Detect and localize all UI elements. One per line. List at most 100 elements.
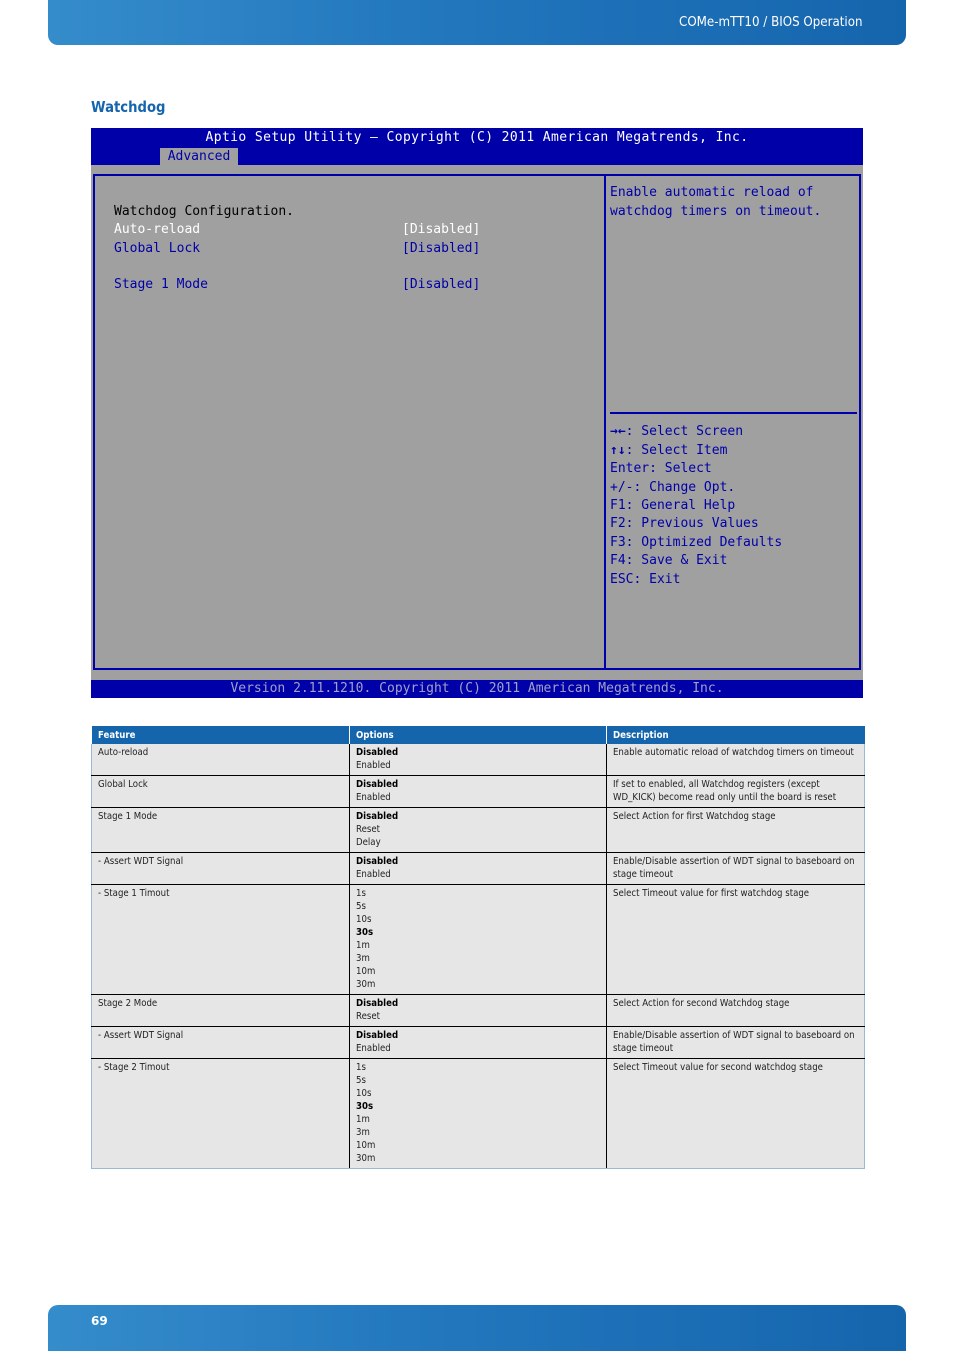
description-cell: Enable/Disable assertion of WDT signal t… [606, 852, 865, 885]
option: 1m [356, 1114, 370, 1125]
option: Reset [356, 824, 381, 835]
options-cell: Disabled Enabled [349, 744, 607, 776]
column-header-description: Description [606, 726, 865, 744]
up-down-arrows-icon: ↑↓ [610, 443, 626, 458]
option: 3m [356, 1127, 370, 1138]
option: 10s [356, 1088, 372, 1099]
feature-cell: Auto-reload [91, 744, 350, 776]
table-row: - Stage 2 Timout 1s 5s 10s 30s 1m 3m 10m 30m Sele… [91, 1058, 865, 1169]
options-cell: Disabled Enabled [349, 1026, 607, 1059]
options-cell: Disabled Enabled [349, 775, 607, 808]
option: Delay [356, 837, 381, 848]
option: Enabled [356, 792, 391, 803]
options-cell: Disabled Reset Delay [349, 807, 607, 853]
table-row: - Stage 1 Timout 1s 5s 10s 30s 1m 3m 10m 30m Sele… [91, 884, 865, 995]
key-help-f2: F2: Previous Values [610, 516, 759, 531]
left-right-arrows-icon: →← [610, 424, 626, 439]
option: 1s [356, 888, 366, 899]
options-cell: Disabled Reset [349, 994, 607, 1027]
key-help-enter: Enter: Select [610, 461, 712, 476]
page-header: COMe-mTT10 / BIOS Operation [48, 0, 906, 45]
bios-title-bar: Aptio Setup Utility – Copyright (C) 2011… [91, 128, 863, 165]
page-number: 69 [91, 1314, 108, 1328]
setting-value: [Disabled] [402, 222, 481, 237]
setting-value: [Disabled] [402, 241, 481, 256]
default-option: Disabled [356, 811, 399, 822]
option: 5s [356, 901, 366, 912]
key-help-f3: F3: Optimized Defaults [610, 535, 783, 550]
feature-cell: - Stage 1 Timout [91, 884, 350, 995]
setting-value: [Disabled] [402, 277, 481, 292]
key-help-esc: ESC: Exit [610, 572, 681, 587]
bios-screenshot: Aptio Setup Utility – Copyright (C) 2011… [91, 128, 863, 698]
description-cell: Select Action for second Watchdog stage [606, 994, 865, 1027]
table-header-row: Feature Options Description [91, 726, 865, 744]
option: 10m [356, 966, 376, 977]
table-row: Auto-reload Disabled Enabled Enable automat… [91, 744, 865, 776]
options-cell: 1s 5s 10s 30s 1m 3m 10m 30m [349, 884, 607, 995]
option: 1s [356, 1062, 366, 1073]
bios-title: Aptio Setup Utility – Copyright (C) 2011… [205, 130, 749, 145]
default-option: 30s [356, 1101, 374, 1112]
description-cell: Select Action for first Watchdog stage [606, 807, 865, 853]
options-cell: 1s 5s 10s 30s 1m 3m 10m 30m [349, 1058, 607, 1169]
description-cell: Enable/Disable assertion of WDT signal t… [606, 1026, 865, 1059]
feature-cell: Stage 2 Mode [91, 994, 350, 1027]
table-row: Stage 2 Mode Disabled Reset Select Action f… [91, 994, 865, 1027]
bios-help-panel: Enable automatic reload of watchdog time… [604, 174, 861, 670]
table-row: - Assert WDT Signal Disabled Enabled Enable… [91, 852, 865, 885]
watchdog-options-table: Feature Options Description Auto-reload D… [91, 726, 865, 1169]
option: 30m [356, 979, 376, 990]
table-row: Stage 1 Mode Disabled Reset Delay Select Act… [91, 807, 865, 853]
column-header-feature: Feature [91, 726, 350, 744]
bios-settings-panel: Watchdog Configuration. Auto-reload [Dis… [93, 174, 606, 670]
option: Enabled [356, 760, 391, 771]
document-title: COMe-mTT10 / BIOS Operation [679, 14, 863, 30]
feature-cell: - Assert WDT Signal [91, 1026, 350, 1059]
description-cell: If set to enabled, all Watchdog register… [606, 775, 865, 808]
feature-cell: - Assert WDT Signal [91, 852, 350, 885]
column-header-options: Options [349, 726, 607, 744]
feature-cell: Stage 1 Mode [91, 807, 350, 853]
default-option: Disabled [356, 856, 399, 867]
tab-advanced[interactable]: Advanced [160, 148, 238, 165]
default-option: Disabled [356, 747, 399, 758]
option: 1m [356, 940, 370, 951]
option: Reset [356, 1011, 381, 1022]
default-option: Disabled [356, 998, 399, 1009]
setting-label: Auto-reload [114, 222, 201, 237]
table-row: Global Lock Disabled Enabled If set to enab… [91, 775, 865, 808]
config-heading: Watchdog Configuration. [114, 204, 295, 219]
key-help-select-screen: →←: Select Screen [610, 424, 743, 439]
option: 5s [356, 1075, 366, 1086]
option: Enabled [356, 869, 391, 880]
help-divider [610, 412, 857, 414]
setting-label: Global Lock [114, 241, 201, 256]
option: 10m [356, 1140, 376, 1151]
section-title: Watchdog [91, 98, 166, 116]
option: Enabled [356, 1043, 391, 1054]
options-cell: Disabled Enabled [349, 852, 607, 885]
setting-label: Stage 1 Mode [114, 277, 208, 292]
default-option: Disabled [356, 1030, 399, 1041]
page-footer: 69 [48, 1305, 906, 1351]
bios-version-bar: Version 2.11.1210. Copyright (C) 2011 Am… [91, 680, 863, 698]
default-option: Disabled [356, 779, 399, 790]
default-option: 30s [356, 927, 374, 938]
help-text-line: Enable automatic reload of [610, 185, 814, 200]
table-row: - Assert WDT Signal Disabled Enabled Enable… [91, 1026, 865, 1059]
description-cell: Select Timeout value for first watchdog … [606, 884, 865, 995]
key-help-f1: F1: General Help [610, 498, 736, 513]
key-help-select-item: ↑↓: Select Item [610, 443, 727, 458]
key-help-text: : Select Item [625, 443, 728, 458]
option: 10s [356, 914, 372, 925]
feature-cell: Global Lock [91, 775, 350, 808]
option: 3m [356, 953, 370, 964]
description-cell: Select Timeout value for second watchdog… [606, 1058, 865, 1169]
feature-cell: - Stage 2 Timout [91, 1058, 350, 1169]
option: 30m [356, 1153, 376, 1164]
key-help-change-opt: +/-: Change Opt. [610, 480, 736, 495]
key-help-text: : Select Screen [625, 424, 744, 439]
key-help-f4: F4: Save & Exit [610, 553, 728, 568]
help-text-line: watchdog timers on timeout. [610, 204, 822, 219]
